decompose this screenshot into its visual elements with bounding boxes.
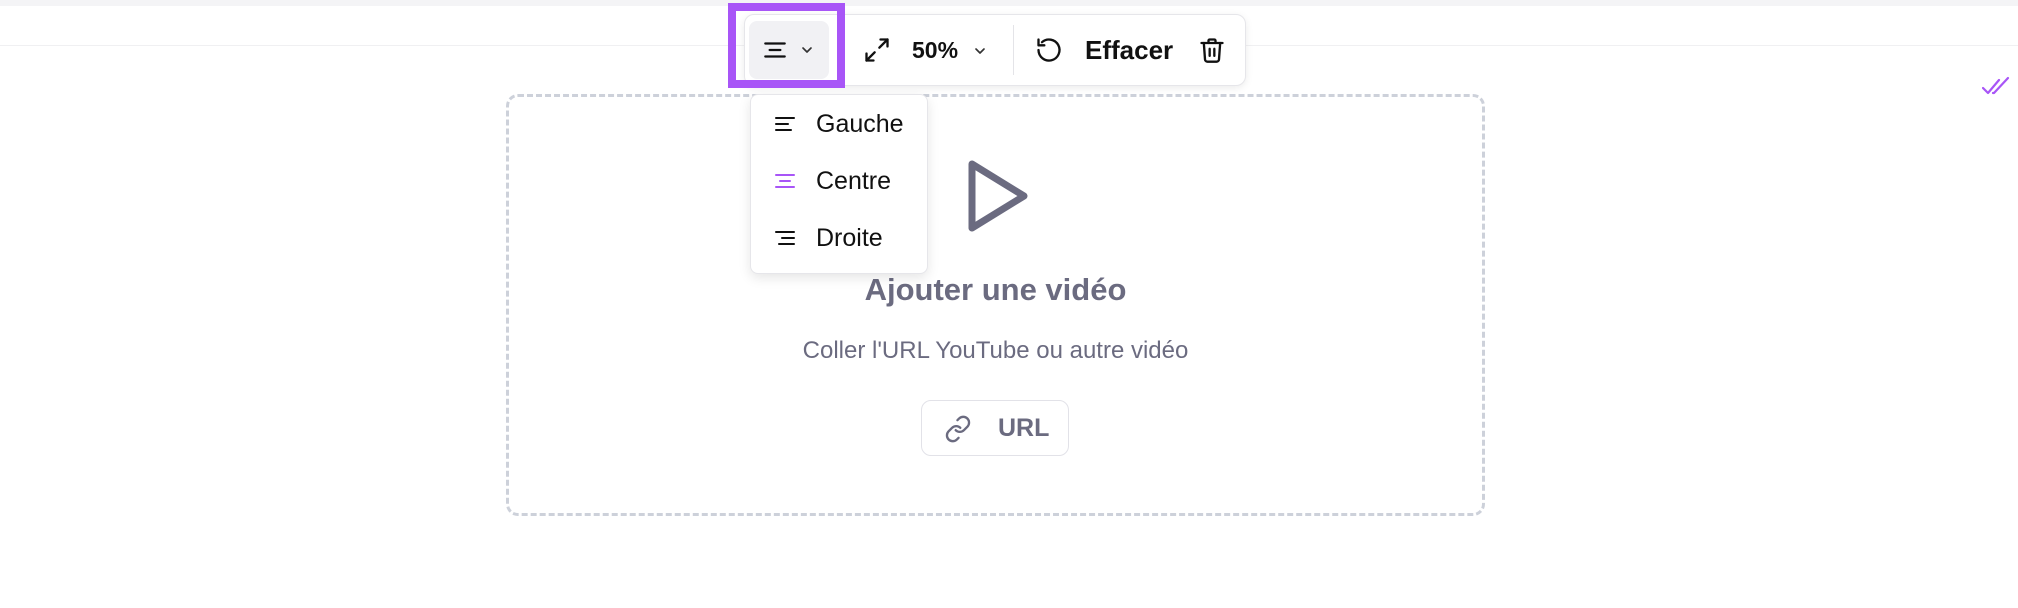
chevron-down-icon: [972, 43, 988, 59]
play-icon: [964, 158, 1030, 239]
alignment-dropdown-button[interactable]: [749, 21, 829, 79]
align-center-icon: [762, 37, 788, 63]
align-center-icon: [772, 169, 798, 198]
link-icon: [944, 415, 972, 448]
top-strip: [0, 0, 2018, 6]
rotate-ccw-icon: [1035, 36, 1063, 64]
video-title: Ajouter une vidéo: [864, 272, 1127, 307]
reset-label: Effacer: [1085, 35, 1174, 65]
toolbar-separator: [1013, 25, 1014, 75]
align-right-icon: [772, 226, 798, 255]
reset-button[interactable]: Effacer: [1032, 28, 1178, 72]
menu-item-droite[interactable]: Droite: [751, 212, 927, 264]
size-dropdown-button[interactable]: 50%: [906, 30, 996, 70]
expand-icon[interactable]: [863, 36, 891, 64]
align-left-icon: [772, 112, 798, 141]
url-button[interactable]: URL: [921, 400, 1069, 456]
size-value: 50%: [912, 37, 959, 63]
menu-item-label: Droite: [816, 224, 883, 252]
menu-item-label: Centre: [816, 167, 892, 195]
url-button-label: URL: [998, 414, 1050, 442]
editor-page: Ajouter une vidéo Coller l'URL YouTube o…: [0, 0, 2018, 608]
menu-item-centre[interactable]: Centre: [751, 155, 927, 207]
chevron-down-icon: [799, 42, 815, 58]
trash-icon[interactable]: [1198, 35, 1226, 65]
menu-item-label: Gauche: [816, 110, 904, 138]
double-check-icon: [1981, 76, 2012, 103]
video-subtitle: Coller l'URL YouTube ou autre vidéo: [802, 337, 1189, 364]
menu-item-gauche[interactable]: Gauche: [751, 98, 927, 150]
